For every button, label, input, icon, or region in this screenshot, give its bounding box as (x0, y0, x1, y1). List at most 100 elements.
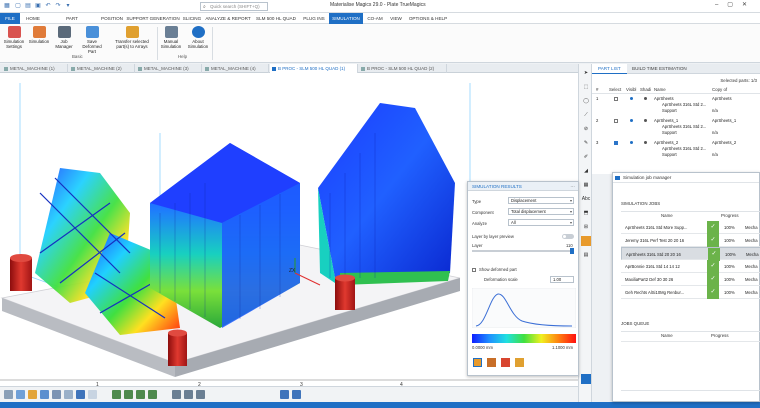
component-select[interactable]: Total displacement ▾ (508, 208, 574, 215)
type-select[interactable]: Displacement ▾ (508, 197, 574, 204)
pointer-icon[interactable]: ➤ (581, 68, 591, 78)
simulation-settings-button[interactable]: Simulation Settings (2, 26, 26, 49)
about-simulation-button[interactable]: About Simulation (186, 26, 210, 49)
quick-search-input[interactable]: ⌕ Quick search (SHIFT+Q) (200, 2, 268, 11)
doc-tab-5[interactable]: B PROC - SLM 500 HL QUAD (1) (270, 64, 358, 73)
layer-preview-toggle[interactable] (562, 234, 574, 239)
tab-analyze-report[interactable]: ANALYZE & REPORT (204, 13, 252, 24)
report-icon[interactable]: ▤ (581, 250, 591, 260)
job-row[interactable]: MaxiliaPart2 Def 30 30 26 ✓ 100% Mecha (621, 273, 760, 286)
part-row[interactable]: 2 AprSheets_1 AprSheets 316L Std 2... Su… (592, 118, 760, 142)
minimize-icon[interactable]: – (715, 2, 727, 8)
job-manager-button[interactable]: Job Manager (52, 26, 76, 49)
doc-tab-4[interactable]: METAL_MACHINE (4) (203, 64, 269, 73)
shading-icon[interactable] (644, 97, 647, 100)
doc-tab-2[interactable]: METAL_MACHINE (2) (69, 64, 135, 73)
text-icon[interactable]: Abc (581, 194, 591, 204)
part-row[interactable]: 1 AprSheets AprSheets 316L Std 2... Supp… (592, 96, 760, 120)
tab-co-am[interactable]: CO-AM (364, 13, 386, 24)
deformation-scale-input[interactable]: 1.00 (550, 276, 574, 283)
tab-plug-ins[interactable]: PLUG INS (300, 13, 328, 24)
tab-view[interactable]: VIEW (387, 13, 405, 24)
result-mode-icon[interactable] (473, 358, 482, 367)
part-row-selected[interactable]: 3 AprSheets_2 AprSheets 316L Std 2... Su… (592, 140, 760, 164)
result-probe-icon[interactable] (487, 358, 496, 367)
pen-icon[interactable]: ✎ (581, 138, 591, 148)
result-export-icon[interactable] (501, 358, 510, 367)
select-icon[interactable]: ⬚ (581, 82, 591, 92)
result-compare-icon[interactable] (515, 358, 524, 367)
view-iso-icon[interactable] (76, 390, 85, 399)
part-select-checkbox[interactable] (614, 119, 618, 123)
label-icon[interactable]: ⬒ (581, 208, 591, 218)
pan-icon[interactable] (28, 390, 37, 399)
marker-icon[interactable]: ✐ (581, 152, 591, 162)
simulation-button[interactable]: Simulation (27, 26, 51, 44)
tab-options-help[interactable]: OPTIONS & HELP (406, 13, 450, 24)
redo-icon[interactable]: ↷ (54, 2, 62, 10)
view-top-icon[interactable] (112, 390, 121, 399)
tab-slicing[interactable]: SLICING (181, 13, 203, 24)
job-row-selected[interactable]: AprSheets 316L Std 20 20 16 ✓ 100% Mecha (621, 247, 760, 261)
customize-quick-access-icon[interactable]: ▾ (64, 2, 72, 10)
tab-support-generation[interactable]: SUPPORT GENERATION (126, 13, 180, 24)
analyze-select[interactable]: All ▾ (508, 219, 574, 226)
perspective-icon[interactable] (280, 390, 289, 399)
tab-simulation[interactable]: SIMULATION (329, 13, 363, 24)
rotate-icon[interactable] (40, 390, 49, 399)
shape-icon[interactable]: ◢ (581, 166, 591, 176)
open-folder-icon[interactable]: ▤ (24, 2, 32, 10)
view-right-icon[interactable] (148, 390, 157, 399)
layer-slider-handle[interactable] (570, 248, 574, 254)
wireframe-icon[interactable] (88, 390, 97, 399)
visibility-icon[interactable] (630, 119, 633, 122)
doc-tab-6[interactable]: B PROC - SLM 500 HL QUAD (2) (359, 64, 447, 73)
doc-tab-3[interactable]: METAL_MACHINE (3) (136, 64, 202, 73)
shading-icon[interactable] (644, 141, 647, 144)
cut-icon[interactable]: ⊘ (581, 124, 591, 134)
job-row[interactable]: Geh Rechts AlSi10Mg Renbur... ✓ 100% Mec… (621, 286, 760, 299)
tab-build-time-estimation[interactable]: BUILD TIME ESTIMATION (626, 64, 693, 74)
section-icon[interactable] (196, 390, 205, 399)
part-aprsheets-right[interactable] (318, 103, 455, 285)
job-row[interactable]: Jeremy 316L Perf Test 20 20 16 ✓ 100% Me… (621, 234, 760, 247)
visibility-icon[interactable] (630, 141, 633, 144)
doc-tab-1[interactable]: METAL_MACHINE (1) (2, 64, 68, 73)
show-deformed-checkbox[interactable] (472, 268, 476, 272)
part-list-toggle-icon[interactable] (581, 374, 591, 384)
save-deformed-part-button[interactable]: Save Deformed Part (78, 26, 106, 54)
tab-part-representation[interactable]: PART REPRESENTATION (45, 13, 99, 32)
undo-icon[interactable]: ↶ (44, 2, 52, 10)
maximize-icon[interactable]: ▢ (727, 2, 742, 8)
job-row[interactable]: AprBonnie 316L Std 14 14 12 ✓ 100% Mecha (621, 260, 760, 273)
light-icon[interactable] (292, 390, 301, 399)
measure-icon[interactable]: ⟋ (581, 110, 591, 120)
close-icon[interactable]: ✕ (742, 2, 756, 8)
save-icon[interactable]: ▣ (34, 2, 42, 10)
mesh-icon[interactable]: ▦ (581, 180, 591, 190)
shading-icon[interactable] (644, 119, 647, 122)
part-select-checkbox[interactable] (614, 141, 618, 145)
panel-menu-icon[interactable]: ⋯ (570, 182, 575, 191)
tab-home[interactable]: HOME (22, 13, 44, 24)
view-back-icon[interactable] (64, 390, 73, 399)
visibility-icon[interactable] (630, 97, 633, 100)
lasso-icon[interactable]: ◯ (581, 96, 591, 106)
part-select-checkbox[interactable] (614, 97, 618, 101)
transparency-icon[interactable] (184, 390, 193, 399)
zoom-fit-icon[interactable] (16, 390, 25, 399)
job-row[interactable]: AprSheets 316L Std More Supp... ✓ 100% M… (621, 221, 760, 234)
new-file-icon[interactable]: ▢ (14, 2, 22, 10)
grid-icon[interactable]: ⊞ (581, 222, 591, 232)
view-bottom-icon[interactable] (124, 390, 133, 399)
color-palette-icon[interactable] (581, 236, 591, 246)
view-front-icon[interactable] (52, 390, 61, 399)
manual-simulation-button[interactable]: Manual Simulation (158, 26, 184, 49)
shading-icon[interactable] (172, 390, 181, 399)
view-left-icon[interactable] (136, 390, 145, 399)
transfer-to-arrays-button[interactable]: Transfer selected part(s) to Arrays (110, 26, 154, 49)
tab-slm-500[interactable]: SLM 500 HL QUAD (253, 13, 299, 24)
tab-position[interactable]: POSITION (99, 13, 125, 24)
tab-part-list[interactable]: PART LIST (592, 64, 627, 74)
tab-file[interactable]: FILE (0, 13, 20, 24)
